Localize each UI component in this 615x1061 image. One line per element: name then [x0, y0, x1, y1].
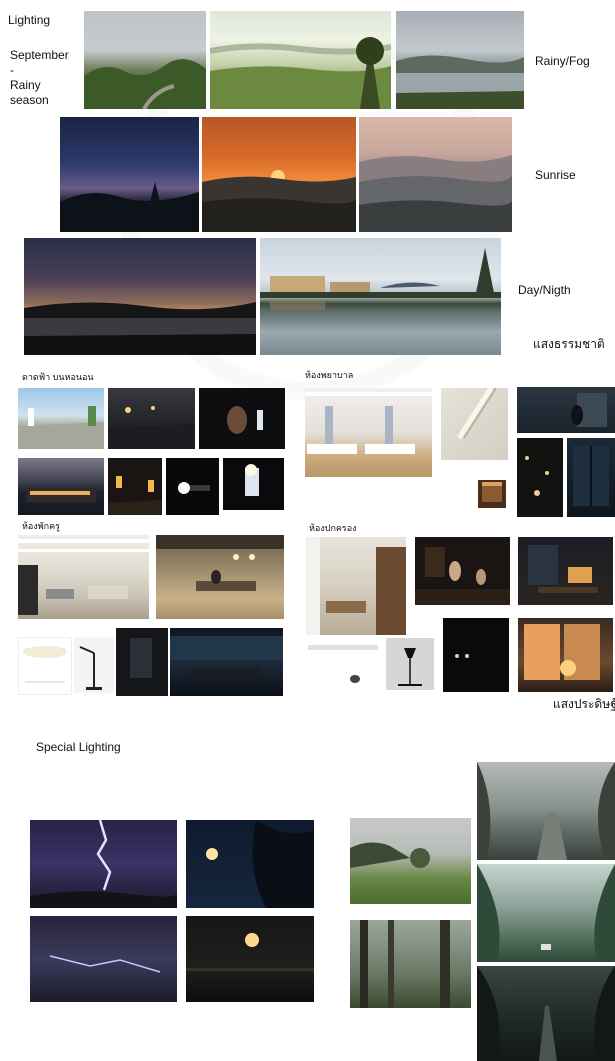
photo-dusk-lake — [24, 238, 256, 355]
photo-building-reflection — [260, 238, 501, 355]
photo-rooftop-dusk — [108, 388, 195, 449]
special-lighting-title: Special Lighting — [36, 740, 121, 754]
nurse-room-label: ห้องพยาบาล — [305, 370, 354, 380]
photo-wall-lamp — [478, 480, 506, 508]
photo-window-sunset — [518, 618, 613, 692]
day-night-label: Day/Nigth — [518, 283, 571, 297]
photo-light-strip — [308, 645, 378, 650]
season-label: season — [10, 93, 49, 107]
photo-open-office — [18, 535, 149, 619]
photo-flashlight — [166, 458, 219, 515]
photo-wall-lanterns — [108, 458, 162, 515]
photo-hospital-ward — [305, 388, 432, 477]
photo-lightning-storm — [30, 820, 177, 908]
photo-glowing-phone — [223, 458, 284, 510]
photo-hazy-ridges — [359, 117, 512, 232]
admin-room-label: ห้องปกครอง — [309, 523, 357, 533]
photo-misty-lake — [396, 11, 524, 109]
photo-building-night — [18, 458, 104, 515]
photo-night-window — [567, 438, 615, 517]
artificial-light-label: แสงประดิษฐ์ — [553, 697, 615, 711]
photo-dark-forest-road — [477, 966, 615, 1061]
photo-foggy-valley — [210, 11, 391, 109]
photo-rooftop-day — [18, 388, 104, 449]
photo-dark-corridor — [443, 618, 509, 692]
rainy-fog-label: Rainy/Fog — [535, 54, 590, 68]
rooftop-label: ดาดฟ้า บนหอนอน — [22, 372, 94, 382]
photo-principal-office — [306, 537, 406, 635]
photo-desk-lamp-night — [518, 537, 613, 605]
photo-lightning-clouds — [30, 916, 177, 1002]
photo-misty-forest — [84, 11, 206, 109]
photo-dark-doorway — [116, 628, 168, 696]
sunrise-label: Sunrise — [535, 168, 576, 182]
dash-label: - — [10, 63, 14, 77]
teacher-room-label: ห้องพักครู — [22, 521, 60, 531]
photo-small-lamp — [346, 672, 364, 686]
photo-foggy-meadow — [350, 818, 471, 904]
lighting-title: Lighting — [8, 13, 51, 27]
photo-foggy-forest — [350, 920, 471, 1008]
photo-dark-room-window — [517, 387, 615, 433]
photo-ceiling-slot — [441, 388, 508, 460]
photo-ceiling-fixture — [18, 637, 72, 695]
photo-misty-forest-car — [477, 864, 615, 962]
photo-moon-water — [186, 916, 314, 1002]
photo-dark-office-night — [170, 628, 283, 696]
photo-desk-lamp — [74, 637, 114, 693]
photo-night-trees — [517, 438, 563, 517]
photo-face-phone — [199, 388, 285, 449]
photo-floor-lamp — [386, 638, 434, 690]
photo-people-dim-interior — [415, 537, 510, 605]
rainy-label: Rainy — [10, 78, 41, 92]
photo-foggy-forest-road — [477, 762, 615, 860]
photo-moon-trees — [186, 820, 314, 908]
month-label: September — [10, 48, 69, 62]
natural-light-label: แสงธรรมชาติ — [533, 337, 605, 351]
photo-blue-twilight — [60, 117, 199, 232]
photo-office-meeting — [156, 535, 284, 619]
photo-orange-sunrise — [202, 117, 356, 232]
